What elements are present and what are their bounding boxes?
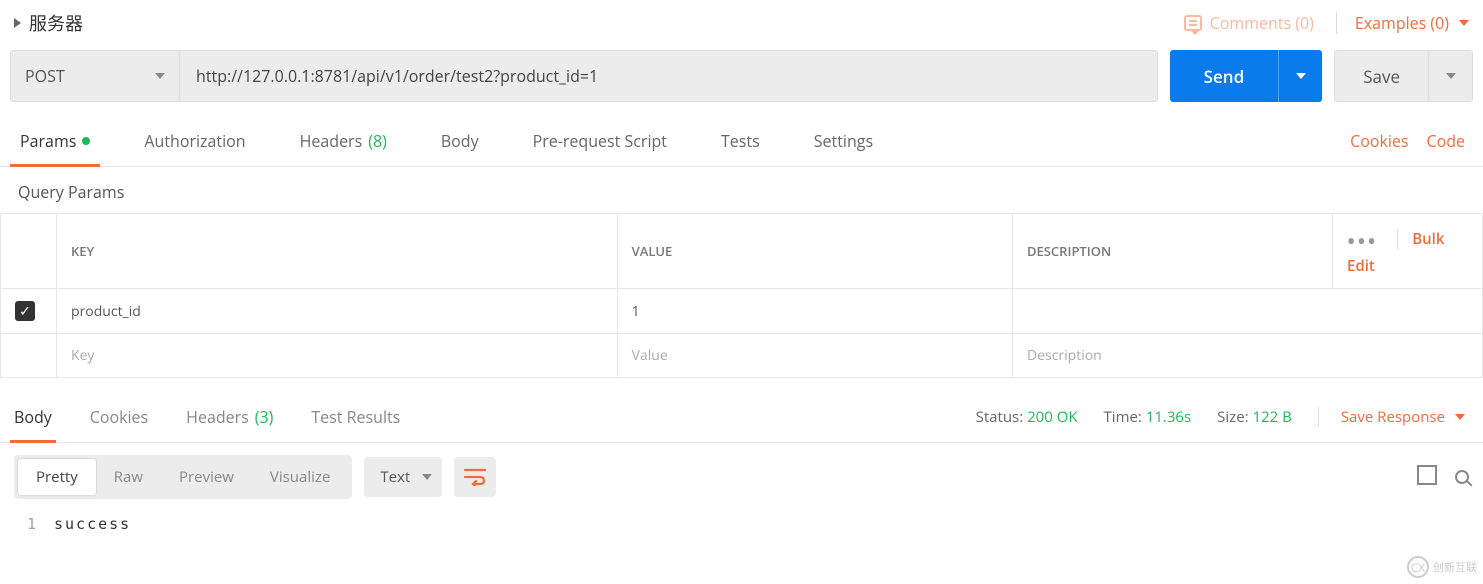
view-pretty[interactable]: Pretty <box>18 459 96 495</box>
query-params-table: KEY VALUE DESCRIPTION ••• Bulk Edit ✓ pr… <box>0 213 1483 378</box>
view-visualize[interactable]: Visualize <box>252 459 348 495</box>
param-value-input[interactable]: 1 <box>617 289 1012 334</box>
resp-tab-test-results[interactable]: Test Results <box>307 392 404 442</box>
watermark: CX 创新互联 <box>1407 556 1477 578</box>
body-view-mode-group: Pretty Raw Preview Visualize <box>14 455 352 499</box>
tab-tests-label: Tests <box>721 130 760 152</box>
send-dropdown[interactable] <box>1278 50 1322 102</box>
query-params-title: Query Params <box>0 167 1483 213</box>
chevron-down-icon <box>1459 20 1469 26</box>
copy-response-button[interactable] <box>1421 469 1437 485</box>
table-row-new: Key Value Description <box>1 334 1483 378</box>
copy-icon <box>1421 469 1437 485</box>
tab-headers[interactable]: Headers (8) <box>290 116 397 166</box>
response-line-text: success <box>54 515 131 533</box>
param-value-input[interactable]: Value <box>617 334 1012 378</box>
wrap-lines-icon <box>464 468 486 486</box>
save-dropdown[interactable] <box>1429 50 1473 102</box>
param-description-input[interactable]: Description <box>1013 334 1483 378</box>
chevron-down-icon <box>1455 414 1465 420</box>
col-header-checkbox <box>1 214 57 289</box>
size-label: Size: <box>1217 407 1248 427</box>
size-meta: Size: 122 B <box>1217 407 1292 427</box>
examples-dropdown[interactable]: Examples (0) <box>1336 12 1469 34</box>
resp-tab-testresults-label: Test Results <box>311 406 400 428</box>
time-meta: Time: 11.36s <box>1104 407 1192 427</box>
tab-body-label: Body <box>441 130 479 152</box>
comments-label: Comments (0) <box>1210 12 1314 34</box>
table-row: ✓ product_id 1 <box>1 289 1483 334</box>
resp-tab-body-label: Body <box>14 406 52 428</box>
col-header-description: DESCRIPTION <box>1013 214 1333 289</box>
response-body-editor[interactable]: 1 success <box>0 511 1483 543</box>
resp-tab-body[interactable]: Body <box>10 392 56 442</box>
request-url-input[interactable]: http://127.0.0.1:8781/api/v1/order/test2… <box>180 50 1158 102</box>
resp-headers-count: (3) <box>255 406 274 428</box>
more-options-icon[interactable]: ••• <box>1347 226 1378 256</box>
size-value: 122 B <box>1252 407 1291 427</box>
cookies-link[interactable]: Cookies <box>1350 130 1408 152</box>
status-value: 200 OK <box>1027 407 1077 427</box>
time-label: Time: <box>1104 407 1142 427</box>
params-modified-indicator-icon <box>82 137 90 145</box>
send-label: Send <box>1204 65 1245 88</box>
resp-tab-cookies[interactable]: Cookies <box>86 392 152 442</box>
tab-headers-label: Headers <box>300 130 363 152</box>
chevron-down-icon <box>155 73 165 79</box>
chevron-down-icon <box>1296 73 1306 79</box>
param-key-input[interactable]: Key <box>57 334 618 378</box>
tab-prerequest[interactable]: Pre-request Script <box>523 116 677 166</box>
view-preview[interactable]: Preview <box>161 459 252 495</box>
headers-count: (8) <box>368 130 387 152</box>
content-type-select[interactable]: Text <box>364 457 442 497</box>
save-response-label: Save Response <box>1341 407 1445 427</box>
content-type-label: Text <box>380 467 410 487</box>
resp-tab-headers[interactable]: Headers (3) <box>182 392 277 442</box>
tab-settings-label: Settings <box>814 130 873 152</box>
chevron-down-icon <box>422 474 432 480</box>
view-raw[interactable]: Raw <box>96 459 161 495</box>
time-value: 11.36s <box>1146 407 1191 427</box>
comments-link[interactable]: Comments (0) <box>1184 12 1314 34</box>
http-method-label: POST <box>25 65 65 87</box>
row-checkbox-empty[interactable] <box>1 334 57 378</box>
save-label: Save <box>1363 65 1400 88</box>
tab-settings[interactable]: Settings <box>804 116 883 166</box>
watermark-text: 创新互联 <box>1433 559 1477 575</box>
tab-body[interactable]: Body <box>431 116 489 166</box>
request-name: 服务器 <box>29 10 83 36</box>
col-header-value: VALUE <box>617 214 1012 289</box>
param-description-input[interactable] <box>1013 289 1483 334</box>
search-response-button[interactable] <box>1455 470 1469 484</box>
search-icon <box>1455 470 1469 484</box>
save-response-dropdown[interactable]: Save Response <box>1318 407 1465 427</box>
request-url-value: http://127.0.0.1:8781/api/v1/order/test2… <box>196 65 598 87</box>
status-label: Status: <box>976 407 1024 427</box>
status-meta: Status: 200 OK <box>976 407 1078 427</box>
tab-params[interactable]: Params <box>10 116 100 166</box>
wrap-lines-button[interactable] <box>454 457 496 497</box>
tab-params-label: Params <box>20 130 76 152</box>
tab-tests[interactable]: Tests <box>711 116 770 166</box>
code-link[interactable]: Code <box>1427 130 1465 152</box>
save-button[interactable]: Save <box>1334 50 1429 102</box>
http-method-select[interactable]: POST <box>10 50 180 102</box>
expand-request-icon[interactable] <box>14 18 21 28</box>
tab-authorization-label: Authorization <box>144 130 245 152</box>
examples-label: Examples (0) <box>1355 12 1449 34</box>
watermark-logo-icon: CX <box>1407 556 1429 578</box>
send-button[interactable]: Send <box>1170 50 1279 102</box>
tab-authorization[interactable]: Authorization <box>134 116 255 166</box>
chevron-down-icon <box>1446 73 1456 79</box>
tab-prerequest-label: Pre-request Script <box>533 130 667 152</box>
line-number: 1 <box>14 515 54 533</box>
resp-tab-cookies-label: Cookies <box>90 406 148 428</box>
comment-icon <box>1184 15 1202 31</box>
col-header-key: KEY <box>57 214 618 289</box>
row-checkbox[interactable]: ✓ <box>15 301 35 321</box>
resp-tab-headers-label: Headers <box>186 406 249 428</box>
param-key-input[interactable]: product_id <box>57 289 618 334</box>
